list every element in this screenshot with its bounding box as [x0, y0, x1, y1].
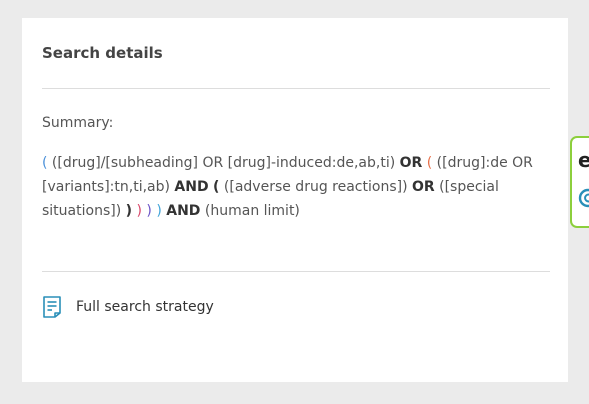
query-segment: ([drug]/[subheading] OR [drug]-induced:d…: [47, 155, 400, 171]
query-segment: ): [156, 203, 162, 219]
query-segment: AND: [166, 203, 201, 219]
query-segment: (human limit): [200, 203, 300, 219]
card-title: Search details: [42, 44, 163, 62]
query-segment: OR: [411, 179, 435, 195]
title-divider: [42, 88, 550, 89]
query-segment: ([adverse drug reactions]): [219, 179, 412, 195]
document-list-icon: [43, 296, 61, 318]
circle-c-icon: [578, 188, 589, 208]
summary-label: Summary:: [42, 115, 114, 131]
side-widget-glyph: e: [578, 148, 589, 172]
full-search-strategy-link[interactable]: Full search strategy: [42, 292, 550, 322]
side-widget[interactable]: e: [570, 136, 589, 228]
query-segment: AND: [174, 179, 209, 195]
full-search-strategy-label: Full search strategy: [76, 299, 214, 315]
search-details-card: Search details Summary: ( ([drug]/[subhe…: [22, 18, 568, 382]
search-query-summary: ( ([drug]/[subheading] OR [drug]-induced…: [42, 151, 554, 271]
query-segment: OR: [399, 155, 423, 171]
summary-divider: [42, 271, 550, 272]
